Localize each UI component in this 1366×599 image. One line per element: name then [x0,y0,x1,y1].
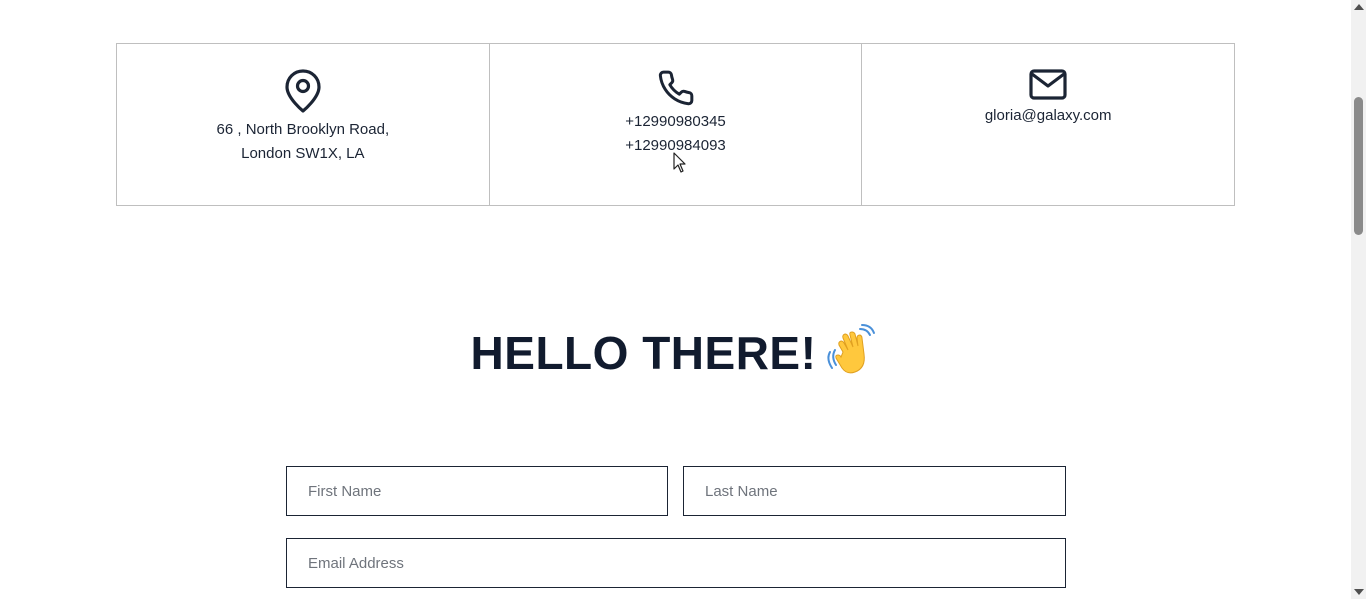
scroll-thumb[interactable] [1354,97,1363,235]
phone-number-1[interactable]: +12990980345 [625,110,726,134]
scroll-up-arrow-icon[interactable] [1354,4,1364,10]
map-pin-icon [285,69,321,115]
mail-icon [1029,69,1067,109]
email-link[interactable]: gloria@galaxy.com [985,104,1112,128]
hello-heading: HELLO THERE! [0,324,1351,380]
contact-page: 66 , North Brooklyn Road, London SW1X, L… [0,0,1351,599]
email-card: gloria@galaxy.com [861,44,1234,205]
address-text: 66 , North Brooklyn Road, London SW1X, L… [217,118,390,166]
first-name-input[interactable] [286,466,668,516]
address-line-1: 66 , North Brooklyn Road, [216,121,390,138]
phone-card: +12990980345 +12990984093 [488,44,862,205]
last-name-input[interactable] [683,466,1066,516]
phone-text: +12990980345 +12990984093 [625,110,726,158]
address-line-2: London SW1X, LA [241,145,365,162]
email-address-input[interactable] [286,538,1066,588]
hello-title: HELLO THERE! [470,327,817,379]
phone-icon [657,69,695,115]
contact-info-strip: 66 , North Brooklyn Road, London SW1X, L… [116,43,1235,206]
email-text: gloria@galaxy.com [985,104,1112,128]
address-card: 66 , North Brooklyn Road, London SW1X, L… [117,44,489,205]
mouse-cursor-icon [673,152,686,173]
scroll-down-arrow-icon[interactable] [1354,589,1364,595]
waving-hand-icon [827,324,876,374]
page-scrollbar[interactable] [1351,0,1366,599]
